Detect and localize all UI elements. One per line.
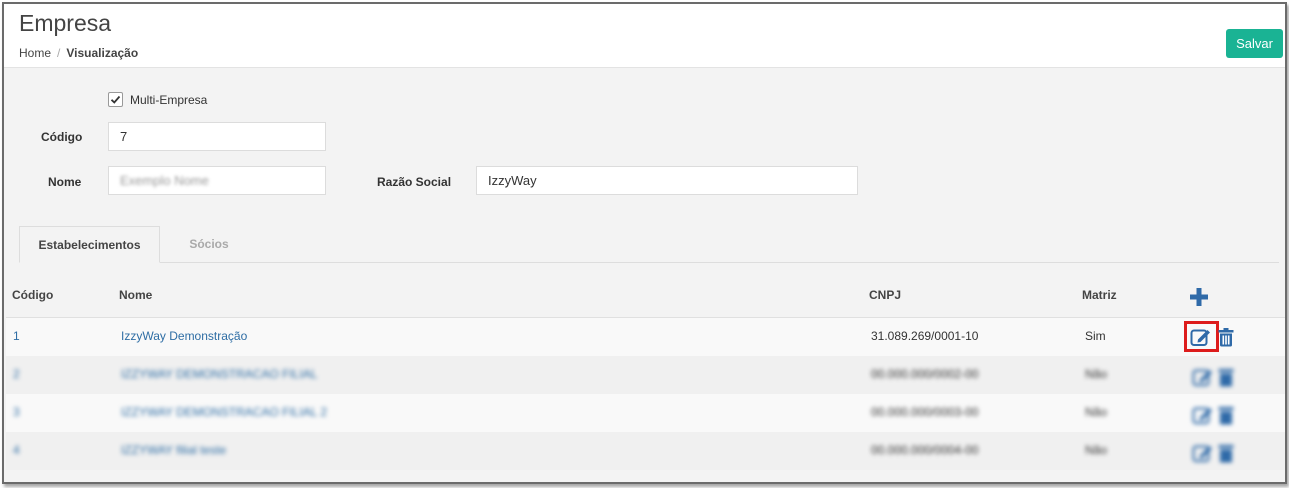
edit-icon[interactable] (1192, 443, 1214, 463)
cell-codigo[interactable]: 2 (13, 367, 20, 381)
cell-nome[interactable]: IZZYWAY filial teste (121, 443, 226, 457)
table-row[interactable]: 4 IZZYWAY filial teste 00.000.000/0004-0… (6, 432, 1285, 470)
multi-empresa-label: Multi-Empresa (130, 93, 208, 107)
column-header-cnpj: CNPJ (869, 288, 902, 302)
table-row[interactable]: 1 IzzyWay Demonstração 31.089.269/0001-1… (6, 318, 1285, 356)
codigo-field[interactable]: 7 (108, 122, 326, 151)
multi-empresa-checkbox[interactable] (108, 92, 123, 107)
breadcrumb-home[interactable]: Home (19, 46, 51, 60)
cell-matriz: Não (1085, 443, 1108, 457)
edit-icon[interactable] (1192, 367, 1214, 387)
nome-value: Exemplo Nome (120, 173, 209, 188)
table-row[interactable]: 3 IZZYWAY DEMONSTRACAO FILIAL 2 00.000.0… (6, 394, 1285, 432)
check-icon (110, 95, 121, 104)
tab-estabelecimentos[interactable]: Estabelecimentos (19, 226, 160, 263)
nome-label: Nome (48, 175, 82, 189)
table-row[interactable]: 2 IZZYWAY DEMONSTRACAO FILIAL 00.000.000… (6, 356, 1285, 394)
page-title: Empresa (19, 10, 112, 36)
razao-social-value: IzzyWay (488, 173, 537, 188)
edit-icon[interactable] (1190, 327, 1212, 347)
nome-field[interactable]: Exemplo Nome (108, 166, 326, 195)
cell-codigo[interactable]: 4 (13, 443, 20, 457)
tab-socios[interactable]: Sócios (164, 226, 254, 262)
codigo-value: 7 (120, 129, 128, 144)
trash-icon[interactable] (1218, 406, 1234, 425)
cell-cnpj: 31.089.269/0001-10 (871, 329, 979, 343)
cell-codigo[interactable]: 1 (13, 329, 20, 343)
trash-icon[interactable] (1218, 444, 1234, 463)
cell-matriz: Não (1085, 367, 1108, 381)
breadcrumb-current: Visualização (66, 46, 139, 60)
save-button[interactable]: Salvar (1226, 29, 1283, 58)
cell-nome[interactable]: IZZYWAY DEMONSTRACAO FILIAL (121, 367, 317, 381)
trash-icon[interactable] (1218, 328, 1234, 347)
cell-matriz: Não (1085, 405, 1108, 419)
app-window: Empresa Home / Visualização Salvar Multi-E… (2, 2, 1287, 484)
column-header-codigo: Código (12, 288, 54, 302)
razao-social-label: Razão Social (377, 175, 452, 189)
cell-nome[interactable]: IZZYWAY DEMONSTRACAO FILIAL 2 (121, 405, 327, 419)
cell-cnpj: 00.000.000/0003-00 (871, 405, 979, 419)
edit-icon[interactable] (1192, 405, 1214, 425)
trash-icon[interactable] (1218, 368, 1234, 387)
cell-codigo[interactable]: 3 (13, 405, 20, 419)
breadcrumb: Home / Visualização (19, 46, 138, 60)
razao-social-field[interactable]: IzzyWay (476, 166, 858, 195)
plus-icon[interactable] (1189, 287, 1209, 307)
cell-cnpj: 00.000.000/0002-00 (871, 367, 979, 381)
tabs-divider (19, 262, 1279, 263)
cell-cnpj: 00.000.000/0004-00 (871, 443, 979, 457)
page-header: Empresa Home / Visualização Salvar (4, 4, 1285, 68)
cell-matriz: Sim (1085, 329, 1106, 343)
codigo-label: Código (41, 130, 83, 144)
column-header-nome: Nome (119, 288, 153, 302)
cell-nome[interactable]: IzzyWay Demonstração (121, 329, 247, 343)
breadcrumb-separator: / (57, 46, 61, 60)
column-header-matriz: Matriz (1082, 288, 1117, 302)
